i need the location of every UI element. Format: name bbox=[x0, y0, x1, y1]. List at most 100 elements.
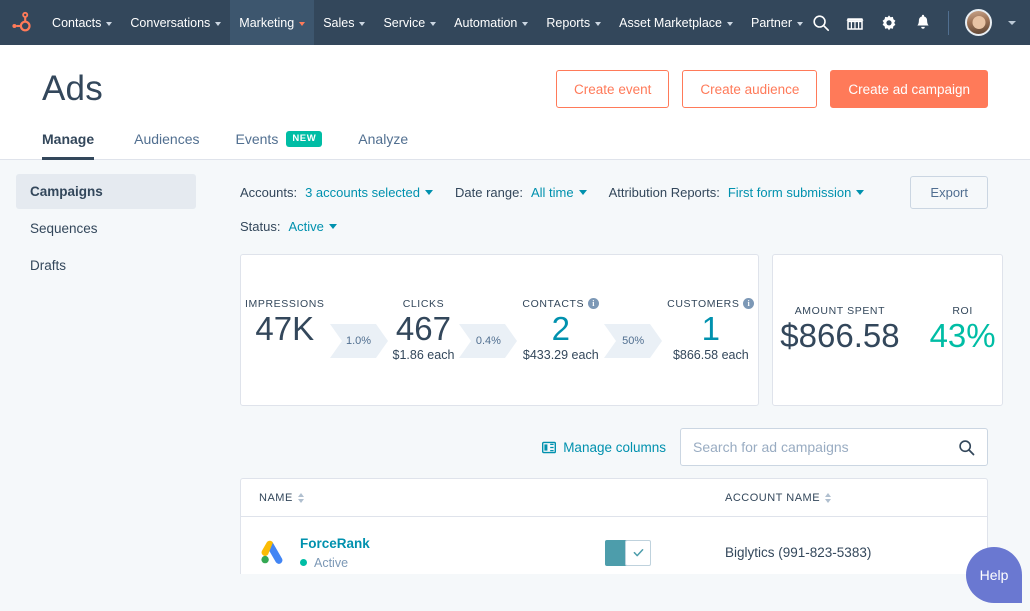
top-navigation-bar: Contacts Conversations Marketing Sales S… bbox=[0, 0, 1030, 45]
attribution-filter-dropdown[interactable]: First form submission bbox=[728, 185, 865, 200]
sidebar-item-drafts[interactable]: Drafts bbox=[16, 248, 196, 283]
conversion-rate-badge-3: 50% bbox=[604, 323, 663, 358]
info-icon[interactable]: i bbox=[588, 298, 600, 310]
metric-amount-spent: AMOUNT SPENT $866.58 bbox=[776, 305, 903, 356]
chevron-down-icon bbox=[578, 190, 587, 195]
tab-manage[interactable]: Manage bbox=[42, 131, 116, 160]
sidebar-item-sequences[interactable]: Sequences bbox=[16, 211, 196, 246]
search-icon[interactable] bbox=[812, 14, 830, 32]
manage-columns-button[interactable]: Manage columns bbox=[542, 440, 666, 455]
create-ad-campaign-button[interactable]: Create ad campaign bbox=[830, 70, 988, 108]
chevron-down-icon bbox=[425, 190, 433, 195]
status-filter-label: Status: bbox=[240, 219, 281, 234]
table-row[interactable]: ForceRank Active Biglytics (991-823-5383… bbox=[241, 517, 987, 574]
notifications-bell-icon[interactable] bbox=[914, 14, 932, 32]
tab-audiences[interactable]: Audiences bbox=[116, 131, 217, 159]
metric-label: ROI bbox=[930, 305, 996, 317]
chevron-down-icon bbox=[299, 21, 306, 26]
page-header: Ads Create event Create audience Create … bbox=[0, 45, 1030, 160]
chevron-down-icon bbox=[430, 21, 437, 26]
tab-analyze[interactable]: Analyze bbox=[340, 131, 426, 159]
user-avatar[interactable] bbox=[965, 9, 992, 36]
funnel-metrics-card: IMPRESSIONS 47K 1.0% CLICKS 467 $1.86 ea… bbox=[240, 254, 760, 406]
filter-bar: Accounts: 3 accounts selected Date range… bbox=[240, 176, 988, 209]
create-event-button[interactable]: Create event bbox=[556, 70, 670, 108]
nav-item-marketing[interactable]: Marketing bbox=[230, 0, 315, 45]
page-title: Ads bbox=[42, 69, 103, 108]
tab-label: Manage bbox=[42, 131, 95, 147]
status-filter-dropdown[interactable]: Active bbox=[288, 219, 337, 234]
search-input[interactable] bbox=[693, 439, 958, 455]
metric-clicks: CLICKS 467 $1.86 each bbox=[389, 298, 459, 363]
info-icon[interactable]: i bbox=[743, 298, 755, 310]
sprocket-icon bbox=[11, 11, 31, 31]
tab-label: Events bbox=[235, 131, 279, 147]
accounts-filter-dropdown[interactable]: 3 accounts selected bbox=[305, 185, 433, 200]
nav-item-reports[interactable]: Reports bbox=[537, 0, 610, 45]
sidebar: Campaigns Sequences Drafts bbox=[0, 160, 212, 574]
search-icon[interactable] bbox=[958, 439, 975, 456]
metric-label-text: CLICKS bbox=[402, 297, 445, 310]
nav-utility-icons bbox=[812, 0, 1030, 45]
page-tabs: Manage Audiences Events NEW Analyze bbox=[42, 131, 988, 160]
metric-label: CLICKS bbox=[393, 298, 455, 310]
column-header-label: ACCOUNT NAME bbox=[725, 491, 821, 504]
marketplace-icon[interactable] bbox=[846, 14, 864, 32]
status-filter-value: Active bbox=[288, 219, 324, 234]
sidebar-item-label: Sequences bbox=[30, 221, 98, 236]
cell-campaign-name: ForceRank Active bbox=[259, 536, 605, 570]
create-audience-button[interactable]: Create audience bbox=[682, 70, 818, 108]
search-campaigns-box[interactable] bbox=[680, 428, 988, 466]
sort-icon[interactable] bbox=[825, 492, 832, 503]
nav-item-sales[interactable]: Sales bbox=[314, 0, 374, 45]
column-header-account-name[interactable]: ACCOUNT NAME bbox=[725, 492, 969, 504]
date-range-filter-dropdown[interactable]: All time bbox=[531, 185, 587, 200]
tab-events[interactable]: Events NEW bbox=[218, 131, 341, 159]
manage-columns-label: Manage columns bbox=[563, 439, 666, 455]
nav-label: Marketing bbox=[239, 15, 295, 30]
metric-label-text: IMPRESSIONS bbox=[245, 297, 325, 310]
nav-label: Contacts bbox=[52, 15, 102, 30]
help-button[interactable]: Help bbox=[966, 547, 1022, 603]
sidebar-item-campaigns[interactable]: Campaigns bbox=[16, 174, 196, 209]
column-header-name[interactable]: NAME bbox=[259, 492, 725, 504]
spend-metrics: AMOUNT SPENT $866.58 ROI 43% bbox=[776, 305, 999, 356]
nav-item-automation[interactable]: Automation bbox=[445, 0, 537, 45]
nav-item-asset-marketplace[interactable]: Asset Marketplace bbox=[610, 0, 742, 45]
metric-label-text: CONTACTS bbox=[522, 297, 585, 310]
sort-icon[interactable] bbox=[297, 492, 304, 503]
metric-subtext: $1.86 each bbox=[392, 348, 455, 363]
status-dot-icon bbox=[300, 559, 307, 566]
metric-value: 47K bbox=[255, 309, 315, 347]
chevron-down-icon[interactable] bbox=[1008, 20, 1016, 25]
chevron-down-icon bbox=[215, 21, 222, 26]
conversion-rate-value: 1.0% bbox=[345, 334, 372, 347]
sidebar-item-label: Campaigns bbox=[30, 184, 103, 199]
tab-label: Analyze bbox=[358, 131, 409, 147]
nav-item-service[interactable]: Service bbox=[374, 0, 445, 45]
new-badge: NEW bbox=[286, 131, 323, 147]
campaign-enable-toggle[interactable] bbox=[605, 539, 651, 566]
chevron-down-icon bbox=[328, 224, 337, 229]
settings-gear-icon[interactable] bbox=[880, 14, 898, 32]
metric-subtext: $866.58 each bbox=[672, 348, 749, 363]
nav-label: Service bbox=[383, 15, 426, 30]
metric-roi: ROI 43% bbox=[926, 305, 1000, 356]
export-button[interactable]: Export bbox=[910, 176, 988, 209]
check-icon bbox=[633, 549, 643, 557]
conversion-funnel: IMPRESSIONS 47K 1.0% CLICKS 467 $1.86 ea… bbox=[241, 297, 758, 363]
metric-value: 1 bbox=[701, 309, 720, 347]
conversion-rate-value: 0.4% bbox=[475, 334, 501, 347]
campaigns-table: NAME ACCOUNT NAME ForceRank Active Bigly… bbox=[240, 478, 988, 574]
campaign-name-link[interactable]: ForceRank bbox=[300, 536, 370, 551]
date-range-filter-value: All time bbox=[530, 185, 574, 200]
nav-item-partner[interactable]: Partner bbox=[742, 0, 812, 45]
filter-row-status: Status: Active bbox=[240, 219, 988, 234]
sidebar-item-label: Drafts bbox=[30, 258, 67, 273]
page-actions: Create event Create audience Create ad c… bbox=[556, 70, 988, 108]
nav-item-conversations[interactable]: Conversations bbox=[121, 0, 230, 45]
nav-item-contacts[interactable]: Contacts bbox=[43, 0, 121, 45]
hubspot-sprocket-logo[interactable] bbox=[0, 0, 43, 45]
tab-label: Audiences bbox=[134, 131, 200, 147]
main-menu: Contacts Conversations Marketing Sales S… bbox=[43, 0, 812, 45]
